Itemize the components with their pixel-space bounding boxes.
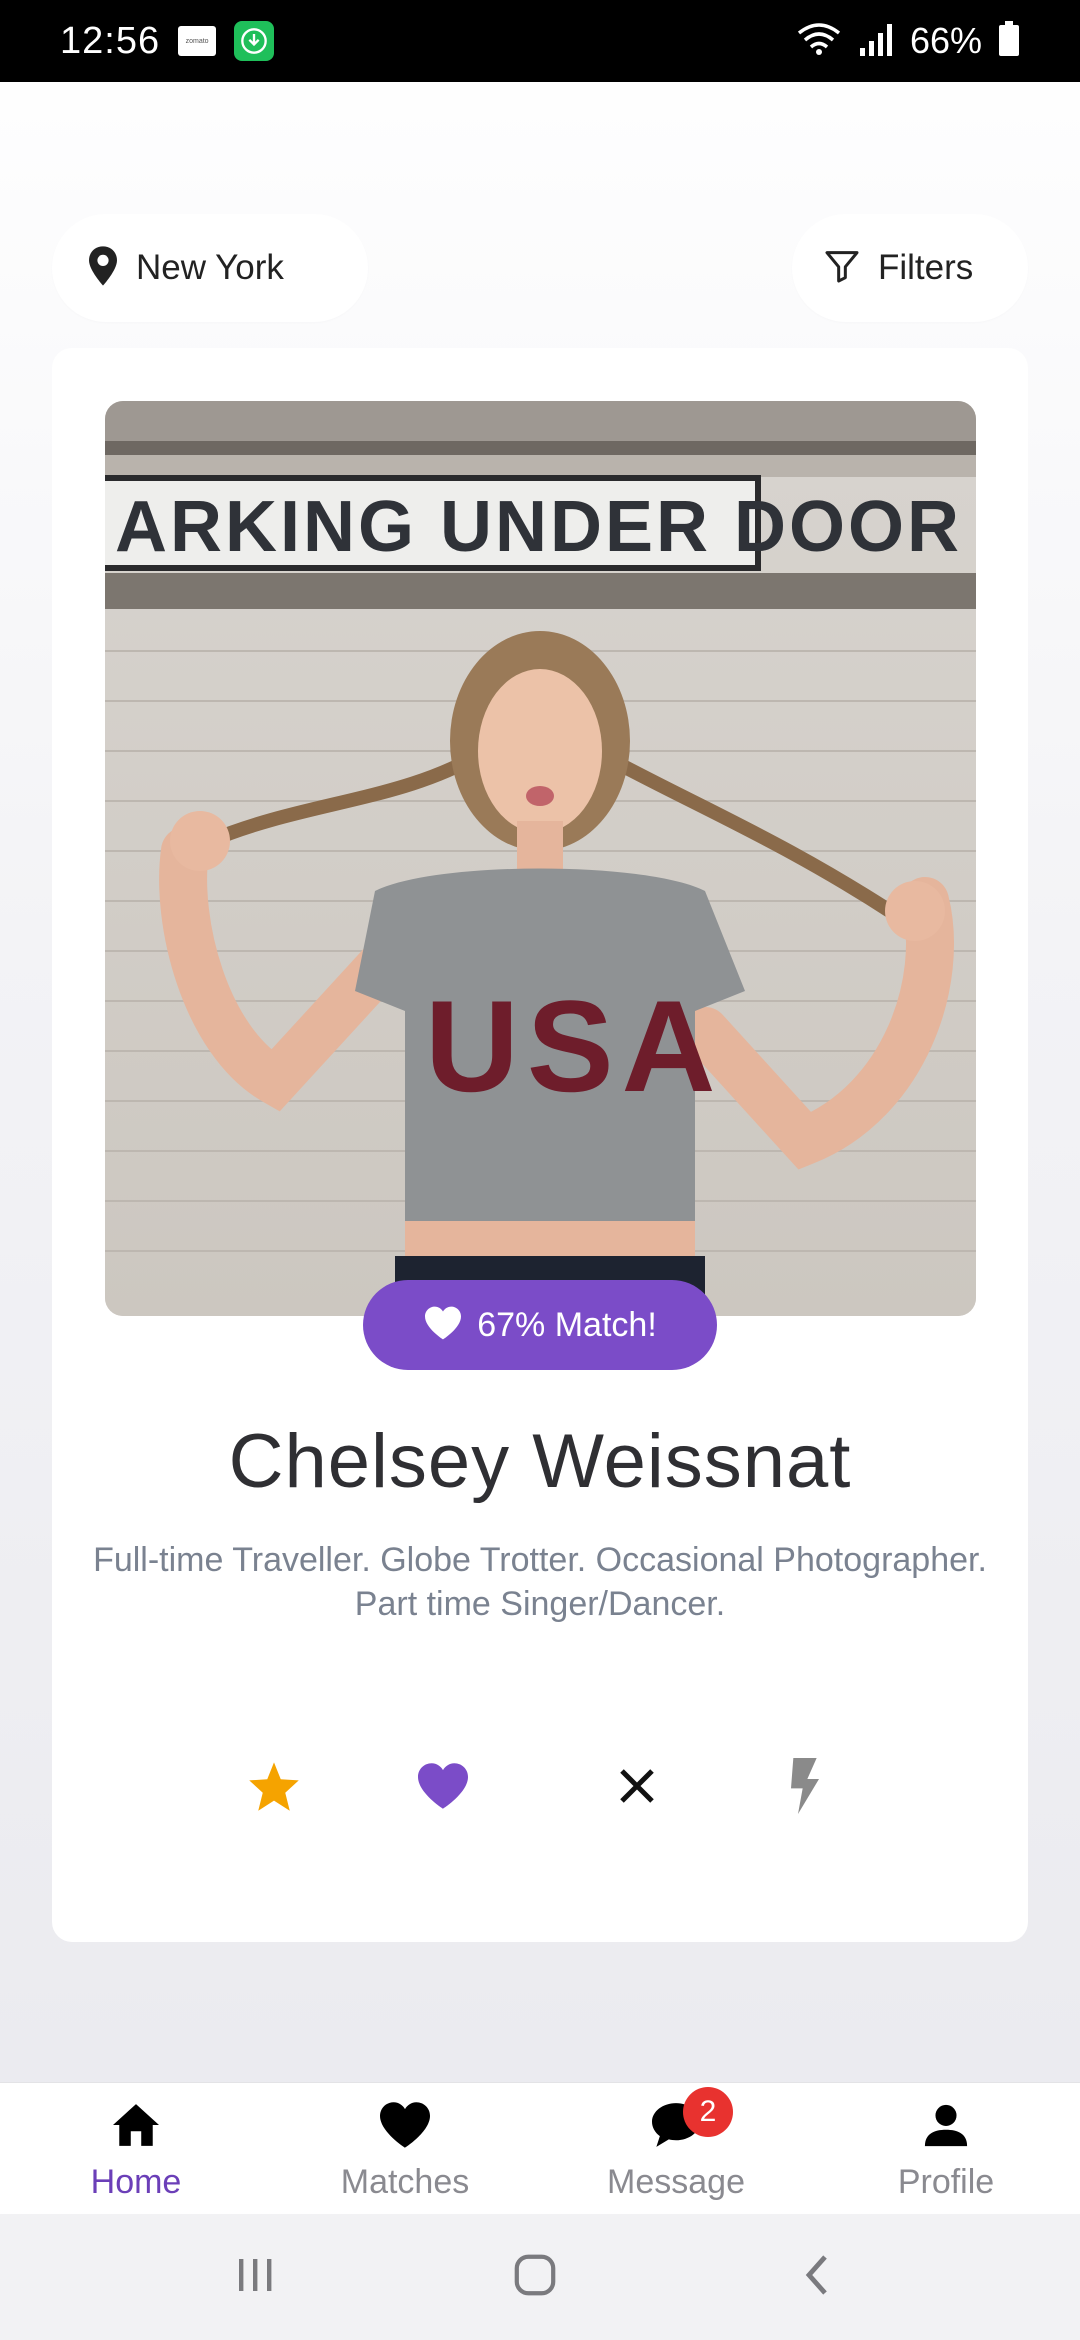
close-icon xyxy=(617,1766,657,1811)
heart-icon xyxy=(377,2097,433,2153)
message-badge: 2 xyxy=(683,2087,733,2137)
profile-photo[interactable]: ARKING UNDER DOOR USA xyxy=(105,401,976,1316)
battery-percent: 66% xyxy=(909,20,982,61)
star-icon xyxy=(247,1760,301,1817)
profile-bio: Full-time Traveller. Globe Trotter. Occa… xyxy=(52,1538,1028,1626)
heart-icon xyxy=(415,1761,471,1816)
nav-item-profile[interactable]: Profile xyxy=(836,2083,1056,2215)
map-pin-icon xyxy=(86,245,120,292)
nav-label-message: Message xyxy=(607,2163,745,2201)
lightning-icon xyxy=(787,1757,823,1819)
filters-label: Filters xyxy=(878,248,974,287)
chat-bubble-icon: 2 xyxy=(649,2087,733,2153)
profile-name: Chelsey Weissnat xyxy=(228,1419,852,1504)
heart-icon xyxy=(423,1305,463,1346)
location-label: New York xyxy=(136,248,284,287)
match-percent: 67% Match! xyxy=(477,1305,657,1344)
filters-button[interactable]: Filters xyxy=(792,214,1028,322)
recent-apps-icon xyxy=(235,2255,275,2300)
back-button[interactable] xyxy=(757,2214,877,2340)
nav-item-matches[interactable]: Matches xyxy=(295,2083,515,2215)
status-bar: 12:56 zomato 66% xyxy=(0,0,1080,82)
star-button[interactable] xyxy=(234,1748,314,1828)
match-badge: 67% Match! xyxy=(363,1280,717,1370)
nav-label-home: Home xyxy=(90,2163,182,2201)
boost-button[interactable] xyxy=(765,1748,845,1828)
action-row xyxy=(52,1748,1028,1828)
like-button[interactable] xyxy=(403,1748,483,1828)
location-button[interactable]: New York xyxy=(52,214,368,322)
system-nav-bar xyxy=(0,2214,1080,2340)
download-notification-icon xyxy=(234,21,275,61)
bio-line-2: Part time Singer/Dancer. xyxy=(354,1585,726,1623)
nav-label-profile: Profile xyxy=(897,2163,995,2201)
nav-label-matches: Matches xyxy=(340,2163,470,2201)
recent-apps-button[interactable] xyxy=(195,2214,315,2340)
home-system-button[interactable] xyxy=(475,2214,595,2340)
bio-line-1: Full-time Traveller. Globe Trotter. Occa… xyxy=(93,1541,987,1579)
nav-item-home[interactable]: Home xyxy=(26,2083,246,2215)
home-icon xyxy=(110,2097,162,2153)
photo-shirt-text: USA xyxy=(425,973,723,1119)
status-left: 12:56 zomato xyxy=(60,19,275,63)
signal-icon xyxy=(858,22,894,61)
status-right: 66% xyxy=(796,20,1020,62)
home-circle-icon xyxy=(512,2252,558,2303)
status-time: 12:56 xyxy=(60,19,161,62)
profile-card[interactable]: ARKING UNDER DOOR USA 67% Match! Chelsey… xyxy=(52,348,1028,1942)
zomato-notification-icon: zomato xyxy=(178,26,217,56)
wifi-icon xyxy=(796,22,842,61)
screen: 12:56 zomato 66% New York Filters ARKING… xyxy=(0,0,1080,2340)
dislike-button[interactable] xyxy=(597,1748,677,1828)
nav-item-message[interactable]: 2 Message xyxy=(566,2083,786,2215)
user-icon xyxy=(923,2097,969,2153)
bottom-nav: Home Matches 2 Message Profile xyxy=(0,2082,1080,2214)
back-chevron-icon xyxy=(802,2253,832,2302)
photo-sign-text: ARKING UNDER DOOR xyxy=(115,487,962,567)
battery-icon xyxy=(998,20,1020,62)
filter-funnel-icon xyxy=(822,246,862,291)
